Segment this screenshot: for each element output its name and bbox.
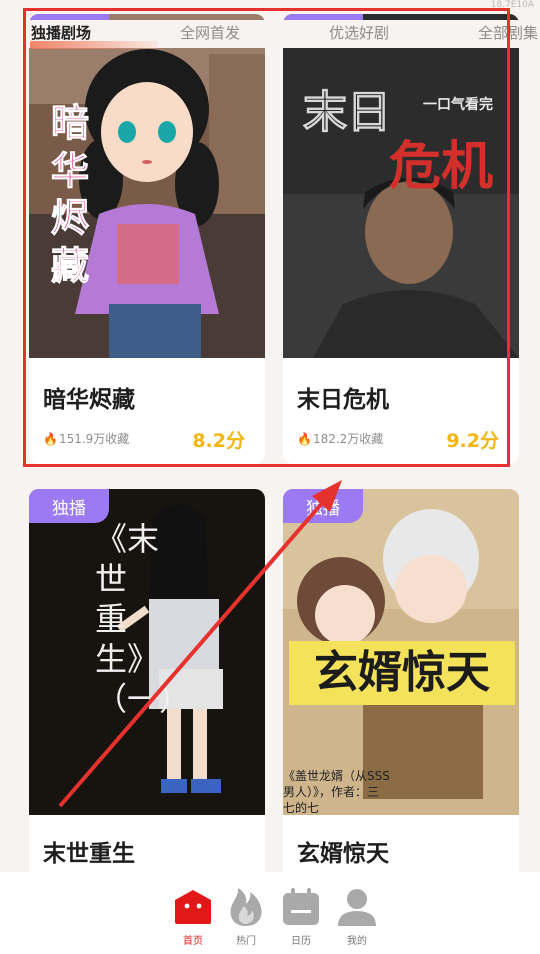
drama-card[interactable]: 《末世重生》（一） 独播 末世重生	[29, 489, 265, 889]
cover-image: 《末世重生》（一）	[29, 489, 265, 815]
flame-icon: 🔥	[43, 431, 58, 446]
nav-calendar[interactable]: 日历	[277, 886, 325, 947]
flame-icon: 🔥	[297, 431, 312, 446]
cover-image: 暗 华 烬 藏	[29, 14, 265, 358]
cover-title-art: 《末世重生》（一）	[95, 520, 191, 718]
card-favorites: 🔥 151.9万收藏	[43, 430, 129, 447]
category-tabs: 独播剧场 全网首发 优选好剧 全部剧集	[0, 20, 540, 49]
card-score: 8.2分	[192, 430, 245, 452]
nav-profile[interactable]: 我的	[333, 886, 381, 947]
drama-card[interactable]: 暗 华 烬 藏 独播 暗华烬藏 🔥 151.9万收藏 8.2分	[29, 14, 265, 464]
profile-icon	[336, 886, 378, 928]
card-title[interactable]: 暗华烬藏	[43, 380, 135, 414]
exclusive-badge: 独播	[29, 489, 109, 523]
nav-home[interactable]: 首页	[169, 886, 217, 947]
favorites-count: 151.9万收藏	[58, 432, 130, 446]
card-favorites: 🔥 182.2万收藏	[297, 430, 383, 447]
exclusive-badge: 独播	[283, 489, 363, 523]
nav-profile-label: 我的	[347, 936, 367, 947]
home-icon	[172, 886, 214, 928]
card-title[interactable]: 玄婿惊天	[297, 834, 389, 868]
cover-image: 玄婿惊天 《盖世龙婿（从SSS 男人）》，作者：三 七的七	[283, 489, 519, 815]
drama-card[interactable]: 玄婿惊天 《盖世龙婿（从SSS 男人）》，作者：三 七的七 独播 玄婿惊天	[283, 489, 519, 889]
cover-image: 末日 一口气看完 危机	[283, 14, 519, 358]
tab-featured[interactable]: 优选好剧	[329, 22, 389, 43]
drama-card[interactable]: 末日 一口气看完 危机 独播 末日危机 🔥 182.2万收藏 9.2分	[283, 14, 519, 464]
flame-icon	[225, 886, 267, 928]
cover-title-art: 暗 华 烬 藏	[51, 101, 90, 288]
favorites-count: 182.2万收藏	[312, 432, 384, 446]
tab-exclusive[interactable]: 独播剧场	[31, 22, 91, 43]
nav-hot[interactable]: 热门	[222, 886, 270, 947]
card-score: 9.2分	[446, 430, 499, 452]
nav-hot-label: 热门	[236, 936, 256, 947]
tab-all[interactable]: 全部剧集	[478, 22, 538, 43]
card-title[interactable]: 末日危机	[297, 380, 389, 414]
nav-home-label: 首页	[183, 936, 203, 947]
tab-premiere[interactable]: 全网首发	[180, 22, 240, 43]
status-corner-text: 18.7E10A	[490, 0, 534, 10]
bottom-navigation: 首页 热门 日历 我的	[0, 872, 540, 954]
nav-calendar-label: 日历	[291, 936, 311, 947]
card-title[interactable]: 末世重生	[43, 834, 135, 868]
calendar-icon	[280, 886, 322, 928]
